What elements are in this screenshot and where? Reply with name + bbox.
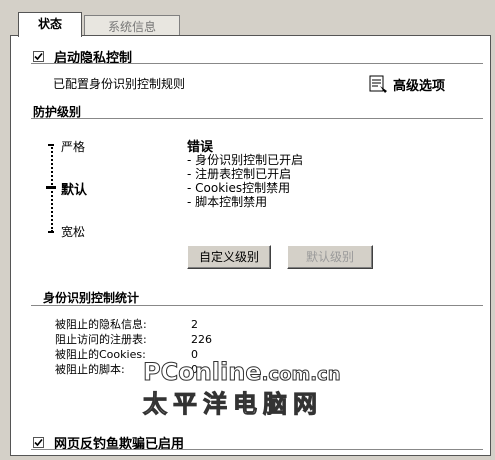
detail-item: - 脚本控制禁用: [187, 195, 268, 209]
stat-label: 被阻止的隐私信息:: [55, 318, 147, 331]
detail-item: - 身份识别控制已开启: [187, 153, 304, 167]
watermark-line1: PConline.com.cn: [143, 358, 342, 387]
slider-thumb[interactable]: [46, 186, 56, 189]
tab-status[interactable]: 状态: [18, 12, 82, 37]
phishing-checkbox[interactable]: [33, 437, 44, 448]
watermark-line2: 太平洋电脑网: [143, 390, 323, 419]
slider-tick-loose: [48, 231, 54, 233]
advanced-options-label: 高级选项: [393, 78, 446, 94]
check-icon: [34, 52, 43, 61]
stat-label: 阻止访问的注册表:: [55, 333, 147, 346]
stat-row: 阻止访问的注册表: 226: [55, 332, 212, 347]
level-loose-label[interactable]: 宽松: [61, 223, 85, 240]
watermark: PConline.com.cn 太平洋电脑网: [143, 358, 342, 419]
divider: [31, 118, 483, 119]
advanced-options-button[interactable]: 高级选项: [369, 74, 445, 94]
level-detail-list: - 身份识别控制已开启 - 注册表控制已开启 - Cookies控制禁用 - 脚…: [187, 153, 303, 209]
watermark-brand: PConline: [143, 358, 263, 387]
settings-sheet-icon: [369, 75, 387, 93]
divider: [31, 63, 483, 64]
stat-value: 2: [191, 318, 198, 331]
tab-system-info[interactable]: 系统信息: [84, 15, 180, 37]
privacy-control-checkbox[interactable]: [33, 51, 44, 62]
slider-tick-strict: [48, 144, 54, 146]
divider: [31, 449, 483, 450]
stat-value: 226: [191, 333, 212, 346]
level-strict-label[interactable]: 严格: [61, 138, 85, 155]
detail-item: - 注册表控制已开启: [187, 167, 292, 181]
custom-level-button[interactable]: 自定义级别: [187, 245, 271, 269]
watermark-domain: .com.cn: [261, 364, 341, 386]
privacy-status-text: 已配置身份识别控制规则: [53, 77, 186, 91]
divider: [31, 305, 483, 306]
level-default-label[interactable]: 默认: [61, 179, 87, 198]
default-level-button[interactable]: 默认级别: [287, 245, 373, 269]
stat-row: 被阻止的隐私信息: 2: [55, 317, 212, 332]
detail-item: - Cookies控制禁用: [187, 181, 291, 195]
check-icon: [34, 438, 43, 447]
tab-strip: 状态 系统信息: [0, 0, 495, 37]
stats-title: 身份识别控制统计: [43, 291, 140, 305]
status-panel: 启动隐私控制 已配置身份识别控制规则 高级选项 防护级别 严格 默认 宽松 错误…: [10, 35, 491, 456]
